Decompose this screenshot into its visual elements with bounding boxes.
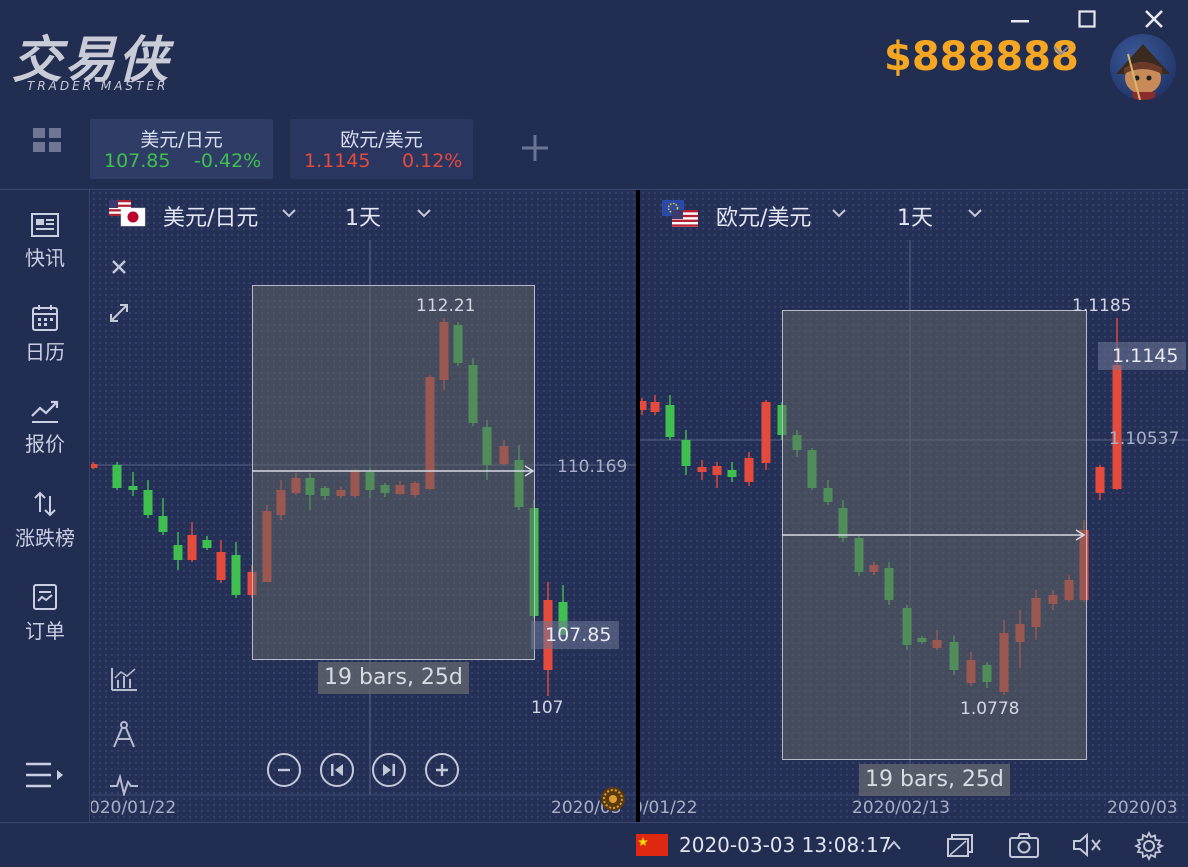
add-ticker-button[interactable] xyxy=(520,132,550,172)
layout-grid-button[interactable] xyxy=(33,128,63,154)
maximize-icon xyxy=(1078,10,1096,28)
ticker-tab-eurusd[interactable]: 欧元/美元 1.1145 0.12% xyxy=(290,119,473,179)
zoom-out-button[interactable] xyxy=(267,753,301,787)
chevron-down-icon[interactable] xyxy=(1052,44,1070,58)
sidebar-item-calendar[interactable]: 日历 xyxy=(0,304,90,365)
scroll-to-end-button[interactable] xyxy=(372,753,406,787)
sidebar-item-label: 涨跌榜 xyxy=(15,526,75,550)
x-axis-tick-label: 2020/03 xyxy=(1107,798,1178,818)
crosshair-price-label: 110.169 xyxy=(557,457,628,477)
window-layout-icon[interactable] xyxy=(946,831,976,859)
drawing-compass-icon[interactable] xyxy=(111,720,137,750)
order-icon xyxy=(33,584,57,610)
sidebar-item-orders[interactable]: 订单 xyxy=(0,583,90,644)
skip-forward-icon xyxy=(383,764,395,776)
x-axis-tick-label: 0/01/22 xyxy=(640,798,698,818)
china-flag-icon[interactable] xyxy=(636,834,668,856)
sidebar: 快讯 日历 报价 涨跌榜 订单 xyxy=(0,190,90,822)
status-bar: 2020-03-03 13:08:17 xyxy=(0,822,1188,867)
minimize-icon xyxy=(1011,20,1029,23)
high-price-label: 112.21 xyxy=(416,296,476,316)
calendar-icon xyxy=(32,305,58,331)
loading-spinner-icon xyxy=(601,787,625,811)
waveform-icon[interactable] xyxy=(109,774,139,796)
high-price-label: 1.1185 xyxy=(1072,296,1132,316)
measure-arrow xyxy=(252,465,535,477)
maximize-button[interactable] xyxy=(1072,6,1102,32)
sidebar-menu-toggle[interactable] xyxy=(0,760,90,790)
sidebar-item-label: 订单 xyxy=(25,619,65,643)
plus-icon xyxy=(522,135,548,161)
grid-icon xyxy=(33,128,61,152)
x-axis-tick-label: 020/01/22 xyxy=(91,798,177,818)
sound-muted-icon[interactable] xyxy=(1071,831,1103,859)
x-axis-tick-label: 2020/02/13 xyxy=(852,798,950,818)
zoom-in-button[interactable] xyxy=(425,753,459,787)
camera-icon[interactable] xyxy=(1008,831,1040,859)
sidebar-item-news[interactable]: 快讯 xyxy=(0,212,90,271)
measure-arrow xyxy=(782,529,1086,541)
minimize-button[interactable] xyxy=(1005,6,1035,32)
minus-icon xyxy=(278,768,290,772)
low-price-label: 107 xyxy=(531,698,564,718)
ticker-symbol: 欧元/美元 xyxy=(340,129,423,151)
ticker-symbol: 美元/日元 xyxy=(140,129,223,151)
top-header: 交易侠 TRADER MASTER $888888 美元/日元 107.85 -… xyxy=(0,0,1188,190)
range-info-label: 19 bars, 25d xyxy=(318,662,469,694)
sidebar-item-label: 报价 xyxy=(25,432,65,456)
current-price-tag: 107.85 xyxy=(531,621,620,649)
range-info-label: 19 bars, 25d xyxy=(859,764,1010,796)
chart-panel-usdjpy[interactable]: 美元/日元 1天 112.21 107 110.169 19 bars, 25d… xyxy=(91,190,636,822)
sidebar-item-label: 快讯 xyxy=(25,246,65,270)
avatar-character-icon xyxy=(1116,44,1170,100)
quote-chart-icon xyxy=(31,400,59,423)
app-logo-subtitle: TRADER MASTER xyxy=(27,79,169,93)
avatar[interactable] xyxy=(1110,34,1176,100)
sidebar-item-label: 日历 xyxy=(25,340,65,364)
indicator-icon[interactable] xyxy=(110,666,138,692)
settings-gear-icon[interactable] xyxy=(1134,831,1164,861)
ticker-tab-usdjpy[interactable]: 美元/日元 107.85 -0.42% xyxy=(90,119,273,179)
app-window: 交易侠 TRADER MASTER $888888 美元/日元 107.85 -… xyxy=(0,0,1188,867)
ticker-price: 1.1145 xyxy=(304,150,371,172)
sidebar-item-quotes[interactable]: 报价 xyxy=(0,398,90,457)
chevron-up-icon[interactable] xyxy=(886,839,902,851)
skip-back-icon xyxy=(331,764,343,776)
sidebar-item-rankings[interactable]: 涨跌榜 xyxy=(0,490,90,551)
current-price-tag: 1.1145 xyxy=(1098,342,1187,370)
crosshair-price-label: 1.10537 xyxy=(1109,429,1180,449)
ticker-change: 0.12% xyxy=(402,150,463,172)
plus-icon xyxy=(436,764,448,776)
close-window-button[interactable] xyxy=(1139,6,1169,32)
news-icon xyxy=(31,213,59,237)
close-icon xyxy=(1145,10,1163,28)
account-balance[interactable]: $888888 xyxy=(884,34,1079,80)
scroll-to-start-button[interactable] xyxy=(320,753,354,787)
low-price-label: 1.0778 xyxy=(960,699,1020,719)
up-down-arrows-icon xyxy=(34,491,56,517)
ticker-change: -0.42% xyxy=(194,150,262,172)
menu-expand-icon xyxy=(26,762,63,788)
ticker-price: 107.85 xyxy=(104,150,171,172)
chart-panel-eurusd[interactable]: 欧元/美元 1天 1.1185 1.0778 1.10537 19 bars, … xyxy=(640,190,1188,822)
status-datetime: 2020-03-03 13:08:17 xyxy=(679,833,892,857)
